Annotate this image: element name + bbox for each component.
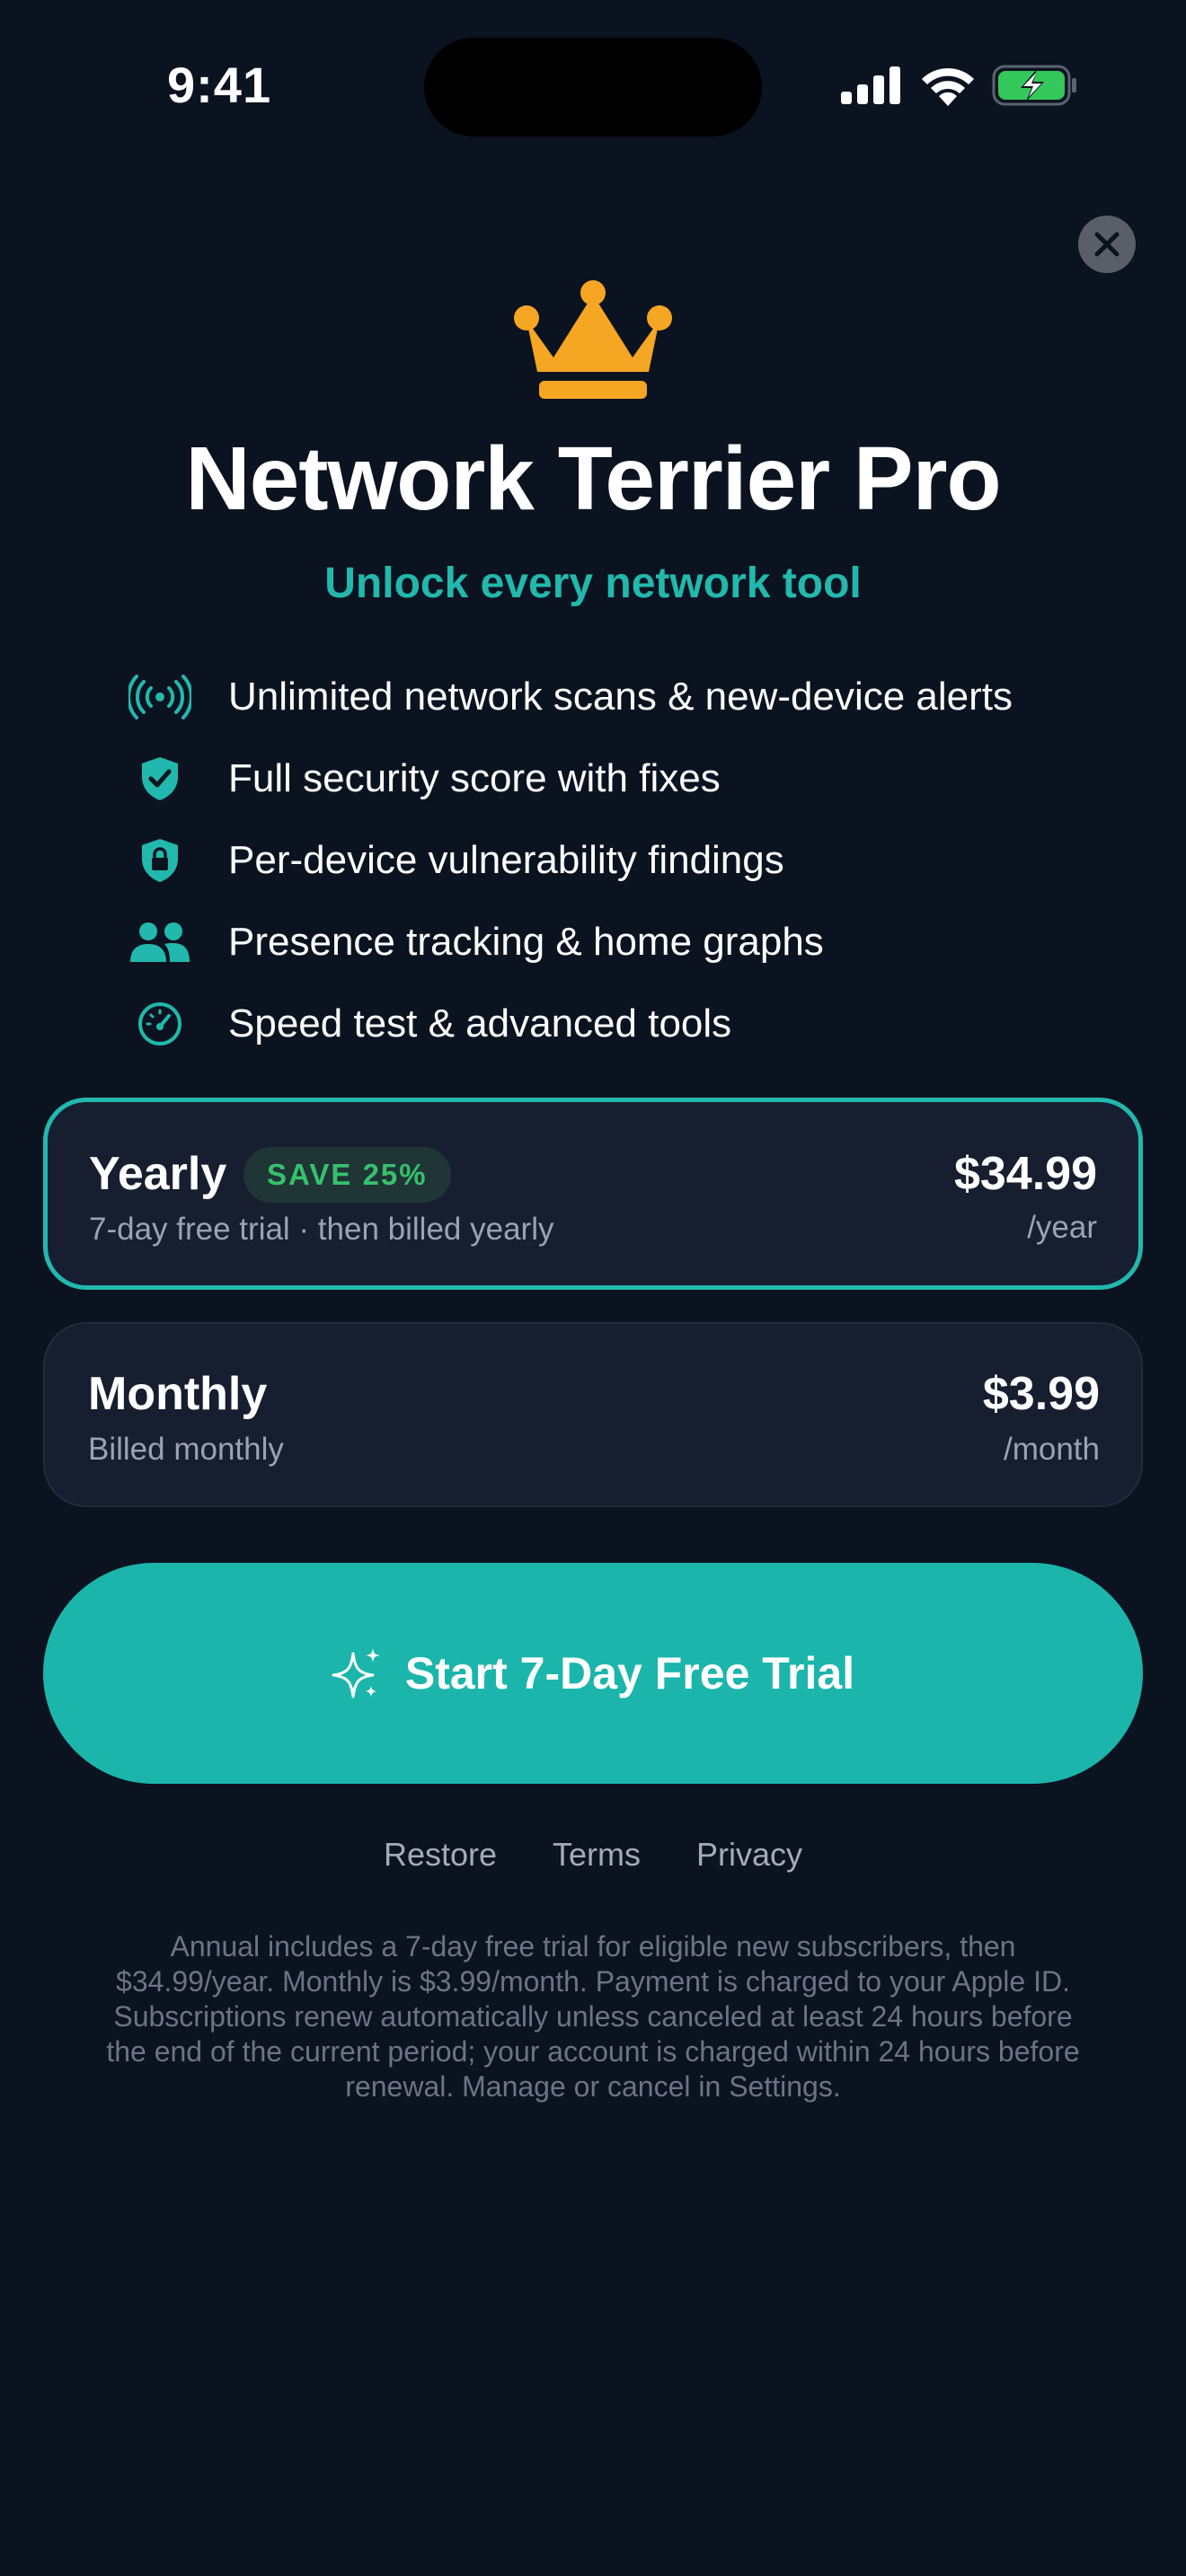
plan-option-monthly[interactable]: Monthly Billed monthly $3.99 /month	[43, 1322, 1143, 1507]
status-time: 9:41	[167, 57, 272, 113]
plan-detail: Billed monthly	[88, 1432, 284, 1467]
crown-icon	[514, 280, 672, 399]
legal-disclaimer: Annual includes a 7-day free trial for e…	[106, 1930, 1080, 2103]
privacy-link[interactable]: Privacy	[696, 1836, 802, 1874]
feature-item: Per-device vulnerability findings	[126, 819, 1114, 901]
feature-item: Full security score with fixes	[126, 737, 1114, 819]
plan-detail: 7-day free trial · then billed yearly	[89, 1212, 554, 1247]
shield-lock-icon	[142, 838, 178, 882]
close-button[interactable]	[1078, 216, 1136, 273]
speedometer-icon	[138, 1001, 181, 1045]
start-trial-button[interactable]: Start 7-Day Free Trial	[43, 1563, 1143, 1784]
sparkles-icon	[332, 1648, 380, 1698]
feature-item: Unlimited network scans & new-device ale…	[126, 656, 1114, 737]
feature-text: Per-device vulnerability findings	[228, 837, 784, 882]
status-bar: 9:41	[0, 0, 1186, 171]
save-badge: SAVE 25%	[243, 1147, 451, 1203]
feature-text: Presence tracking & home graphs	[228, 919, 824, 964]
plan-name: Monthly	[88, 1368, 268, 1420]
close-icon	[1094, 232, 1120, 257]
plan-period: /month	[1004, 1432, 1100, 1467]
feature-text: Speed test & advanced tools	[228, 1001, 732, 1045]
restore-link[interactable]: Restore	[384, 1836, 497, 1874]
feature-list: Unlimited network scans & new-device ale…	[126, 656, 1114, 1064]
battery-charging-icon	[992, 65, 1076, 106]
feature-text: Unlimited network scans & new-device ale…	[228, 674, 1013, 719]
plan-price: $34.99	[953, 1148, 1097, 1200]
status-icons	[839, 65, 1082, 110]
terms-link[interactable]: Terms	[553, 1836, 641, 1874]
cellular-signal-icon	[841, 66, 900, 104]
feature-item: Presence tracking & home graphs	[126, 901, 1114, 983]
paywall-title: Network Terrier Pro	[185, 428, 1001, 529]
people-icon	[130, 922, 190, 962]
feature-item: Speed test & advanced tools	[126, 983, 1114, 1064]
paywall-subtitle: Unlock every network tool	[324, 560, 862, 607]
plan-price: $3.99	[982, 1368, 1100, 1420]
feature-text: Full security score with fixes	[228, 755, 721, 800]
broadcast-icon	[128, 674, 191, 719]
dynamic-island	[424, 38, 762, 137]
wifi-icon	[922, 67, 974, 106]
shield-check-icon	[142, 756, 178, 800]
plan-period: /year	[1027, 1210, 1097, 1245]
plan-name: Yearly	[89, 1148, 227, 1200]
footer-links: Restore Terms Privacy	[0, 1836, 1186, 1874]
plan-option-yearly[interactable]: Yearly SAVE 25% 7-day free trial · then …	[43, 1098, 1143, 1290]
start-trial-label: Start 7-Day Free Trial	[404, 1648, 855, 1698]
